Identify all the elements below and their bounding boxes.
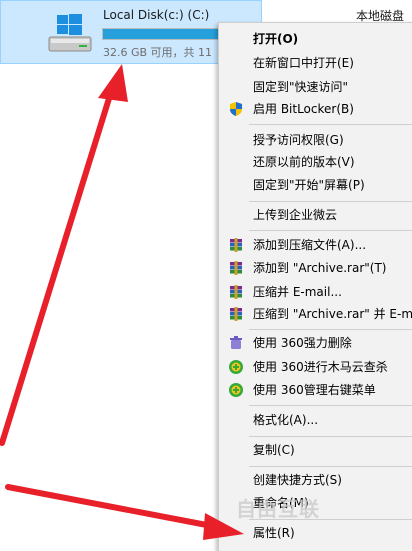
drive-name: Local Disk(c:) (C:) bbox=[103, 8, 210, 22]
menu-separator bbox=[249, 436, 412, 437]
menu-item-label: 固定到"快速访问" bbox=[253, 80, 349, 94]
menu-item-compress-email[interactable]: 压缩并 E-mail... bbox=[219, 281, 412, 303]
menu-item-upload-weiyun[interactable]: 上传到企业微云 bbox=[219, 204, 412, 226]
menu-separator bbox=[249, 329, 412, 330]
menu-item-compress-archive-email[interactable]: 压缩到 "Archive.rar" 并 E-ma bbox=[219, 303, 412, 325]
menu-item-360-delete[interactable]: 使用 360强力删除 bbox=[219, 332, 412, 354]
menu-separator bbox=[249, 124, 412, 125]
winrar-icon bbox=[230, 261, 242, 275]
arrow-to-properties bbox=[5, 484, 244, 540]
menu-item-open-new-window[interactable]: 在新窗口中打开(E) bbox=[219, 52, 412, 74]
menu-item-label: 打开(O) bbox=[253, 32, 299, 46]
menu-item-label: 属性(R) bbox=[253, 526, 295, 540]
menu-item-label: 启用 BitLocker(B) bbox=[253, 102, 354, 116]
menu-item-format[interactable]: 格式化(A)... bbox=[219, 409, 412, 431]
360-scan-icon bbox=[229, 383, 243, 397]
menu-item-label: 添加到压缩文件(A)... bbox=[253, 238, 367, 252]
menu-item-label: 在新窗口中打开(E) bbox=[253, 56, 354, 70]
menu-item-label: 压缩并 E-mail... bbox=[253, 285, 342, 299]
menu-item-open[interactable]: 打开(O) bbox=[219, 28, 412, 50]
menu-item-label: 格式化(A)... bbox=[253, 413, 319, 427]
menu-item-label: 创建快捷方式(S) bbox=[253, 473, 342, 487]
menu-item-360-manage[interactable]: 使用 360管理右键菜单 bbox=[219, 379, 412, 401]
menu-item-create-shortcut[interactable]: 创建快捷方式(S) bbox=[219, 469, 412, 491]
menu-item-label: 使用 360管理右键菜单 bbox=[253, 383, 376, 397]
menu-item-label: 使用 360强力删除 bbox=[253, 336, 352, 350]
menu-item-pin-quick-access[interactable]: 固定到"快速访问" bbox=[219, 76, 412, 98]
winrar-icon bbox=[230, 238, 242, 252]
menu-separator bbox=[249, 466, 412, 467]
360-delete-icon bbox=[230, 336, 242, 349]
menu-separator bbox=[249, 201, 412, 202]
menu-item-copy[interactable]: 复制(C) bbox=[219, 439, 412, 461]
winrar-icon bbox=[230, 285, 242, 299]
menu-item-label: 授予访问权限(G) bbox=[253, 133, 344, 147]
menu-item-label: 使用 360进行木马云查杀 bbox=[253, 360, 388, 374]
menu-item-label: 固定到"开始"屏幕(P) bbox=[253, 178, 365, 192]
context-menu: 打开(O) 在新窗口中打开(E) 固定到"快速访问" 启用 BitLocker(… bbox=[218, 22, 412, 551]
menu-item-bitlocker[interactable]: 启用 BitLocker(B) bbox=[219, 98, 412, 120]
watermark: 自由互联 bbox=[236, 497, 320, 521]
menu-item-restore-versions[interactable]: 还原以前的版本(V) bbox=[219, 151, 412, 173]
winrar-icon bbox=[230, 307, 242, 321]
menu-item-360-scan[interactable]: 使用 360进行木马云查杀 bbox=[219, 356, 412, 378]
menu-item-label: 上传到企业微云 bbox=[253, 208, 338, 222]
menu-item-add-archive-rar[interactable]: 添加到 "Archive.rar"(T) bbox=[219, 257, 412, 279]
menu-item-pin-start[interactable]: 固定到"开始"屏幕(P) bbox=[219, 174, 412, 196]
menu-item-label: 还原以前的版本(V) bbox=[253, 155, 355, 169]
menu-item-properties[interactable]: 属性(R) bbox=[219, 522, 412, 544]
windows-drive-icon bbox=[48, 14, 92, 52]
menu-item-label: 复制(C) bbox=[253, 443, 295, 457]
menu-item-grant-access[interactable]: 授予访问权限(G) bbox=[219, 129, 412, 151]
arrow-up-to-drive bbox=[0, 64, 128, 446]
menu-separator bbox=[249, 405, 412, 406]
menu-item-label: 添加到 "Archive.rar"(T) bbox=[253, 261, 387, 275]
menu-item-label: 压缩到 "Archive.rar" 并 E-ma bbox=[253, 307, 412, 321]
360-scan-icon bbox=[229, 360, 243, 374]
shield-icon bbox=[230, 102, 242, 116]
menu-separator bbox=[249, 230, 412, 231]
menu-item-add-to-archive[interactable]: 添加到压缩文件(A)... bbox=[219, 234, 412, 256]
